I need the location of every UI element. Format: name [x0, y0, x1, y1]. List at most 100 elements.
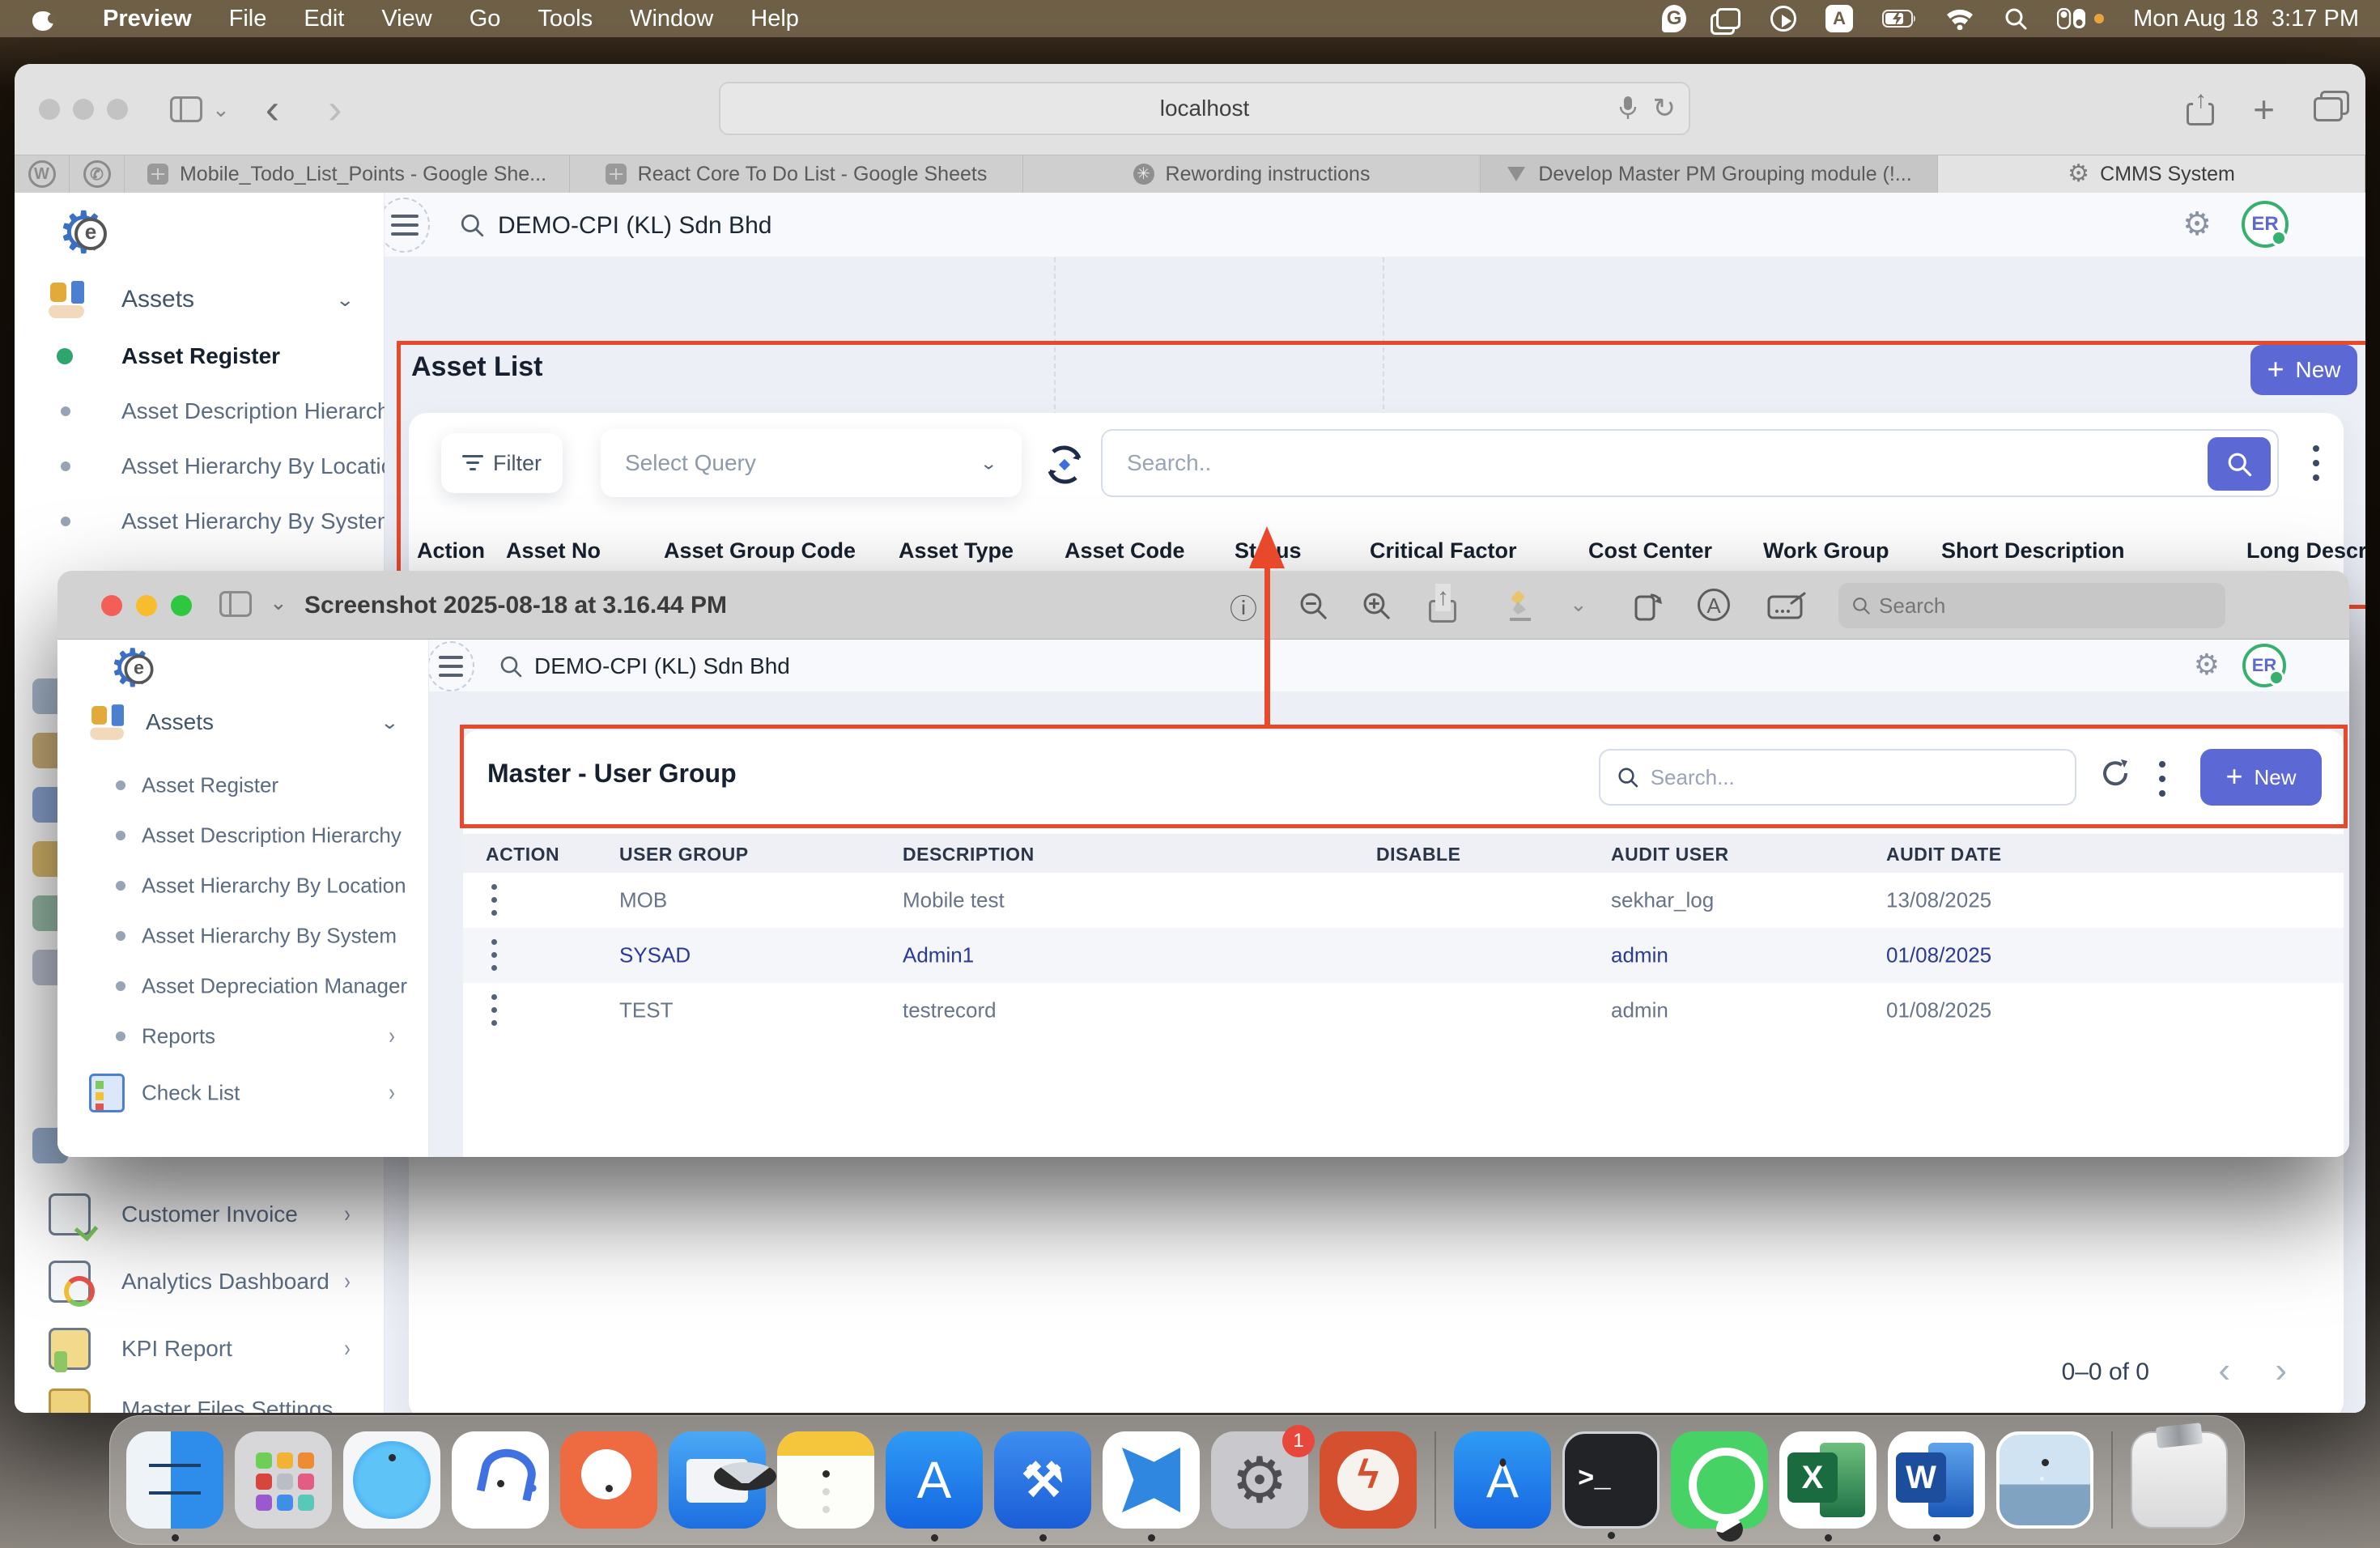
share-icon[interactable]	[2187, 93, 2214, 125]
photo-file-dock-icon[interactable]	[1996, 1431, 2093, 1529]
chevron-down-icon[interactable]: ⌄	[1570, 592, 1587, 617]
table-row[interactable]: SYSAD Admin1 admin 01/08/2025	[463, 928, 2344, 983]
whatsapp-dock-icon[interactable]	[1671, 1431, 1768, 1529]
refresh-icon[interactable]	[2097, 755, 2134, 792]
table-row[interactable]: MOB Mobile test sekhar_log 13/08/2025	[463, 873, 2344, 928]
minimize-window-button[interactable]	[136, 595, 157, 616]
highlighter-icon[interactable]	[1507, 590, 1539, 623]
settings-dock-icon[interactable]: ⚙1	[1211, 1431, 1308, 1529]
row-actions-icon[interactable]	[491, 884, 498, 916]
app-logo-icon[interactable]	[61, 207, 113, 259]
inner-item-reports[interactable]: Reports ›	[57, 1014, 428, 1059]
sidebar-toggle-icon[interactable]	[170, 96, 202, 122]
grammarly-icon[interactable]: G	[1662, 5, 1686, 32]
rotate-icon[interactable]	[1631, 589, 1664, 623]
table-row[interactable]: TEST testrecord admin 01/08/2025	[463, 983, 2344, 1038]
col-description[interactable]: DESCRIPTION	[903, 844, 1035, 865]
new-tab-icon[interactable]: +	[2253, 87, 2275, 131]
zoom-out-icon[interactable]	[1298, 590, 1328, 621]
chevron-down-icon[interactable]: ⌄	[270, 590, 287, 615]
red-app-dock-icon[interactable]	[1320, 1431, 1417, 1529]
finder-dock-icon[interactable]	[126, 1431, 223, 1529]
filter-button[interactable]: Filter	[441, 433, 563, 493]
chevron-down-icon[interactable]: ⌄	[212, 97, 230, 122]
tab-mobile-todo[interactable]: Mobile_Todo_List_Points - Google She...	[125, 155, 570, 193]
sidebar-item-asset-hierarchy-location[interactable]: Asset Hierarchy By Location	[15, 444, 384, 489]
mail-dock-icon[interactable]	[669, 1431, 766, 1529]
more-options-icon[interactable]	[2159, 761, 2165, 797]
menubar-clock[interactable]: Mon Aug 18 3:17 PM	[2133, 6, 2359, 32]
col-critical-factor[interactable]: Critical Factor	[1370, 538, 1517, 563]
sidebar-item-asset-register[interactable]: Asset Register	[15, 334, 384, 379]
sidebar-item-asset-description-hierarchy[interactable]: Asset Description Hierarchy	[15, 389, 384, 434]
address-bar[interactable]: localhost ↻	[719, 82, 1690, 135]
pinned-tab-wordpress[interactable]: W	[15, 155, 70, 193]
safari-dock-icon[interactable]	[343, 1431, 440, 1529]
hamburger-menu-icon[interactable]	[439, 656, 463, 677]
menu-help[interactable]: Help	[732, 0, 818, 37]
settings-gear-icon[interactable]: ⚙	[2194, 648, 2220, 682]
wifi-icon[interactable]	[1945, 7, 1974, 30]
minimize-window-button[interactable]	[73, 99, 94, 120]
info-icon[interactable]: ⓘ	[1230, 587, 1257, 627]
app-store-dock-icon[interactable]: A	[886, 1431, 983, 1529]
zoom-window-button[interactable]	[107, 99, 128, 120]
tab-cmms-active[interactable]: ⚙CMMS System	[1938, 155, 2365, 193]
xcode-dock-icon[interactable]: ⚒	[994, 1431, 1091, 1529]
vscode-dock-icon[interactable]	[1103, 1431, 1200, 1529]
inner-item-asset-depreciation-manager[interactable]: Asset Depreciation Manager	[57, 963, 428, 1009]
menu-file[interactable]: File	[210, 0, 286, 37]
col-short-description[interactable]: Short Description	[1941, 538, 2125, 563]
preview-search-input[interactable]	[1879, 593, 2212, 619]
inner-item-asset-hierarchy-location[interactable]: Asset Hierarchy By Location	[57, 863, 428, 908]
share-icon[interactable]	[1429, 590, 1456, 623]
forward-button[interactable]: ›	[328, 93, 342, 125]
inner-item-check-list[interactable]: Check List ›	[57, 1067, 428, 1119]
inner-item-asset-hierarchy-system[interactable]: Asset Hierarchy By System	[57, 913, 428, 959]
search-icon[interactable]	[499, 654, 523, 678]
more-options-icon[interactable]	[2313, 445, 2319, 481]
close-window-button[interactable]	[39, 99, 60, 120]
settings-gear-icon[interactable]: ⚙	[2182, 206, 2212, 243]
col-long-description[interactable]: Long Descrip	[2246, 538, 2365, 563]
zoom-in-icon[interactable]	[1361, 590, 1392, 621]
inner-item-asset-register[interactable]: Asset Register	[57, 763, 428, 808]
col-audit-user[interactable]: AUDIT USER	[1611, 844, 1729, 865]
col-work-group[interactable]: Work Group	[1763, 538, 1889, 563]
sidebar-item-analytics-dashboard[interactable]: Analytics Dashboard ›	[15, 1249, 384, 1314]
menu-app-name[interactable]: Preview	[84, 0, 210, 37]
back-button[interactable]: ‹	[266, 93, 279, 125]
reload-icon[interactable]: ↻	[1653, 92, 1677, 125]
close-window-button[interactable]	[101, 595, 122, 616]
col-action[interactable]: ACTION	[486, 844, 559, 865]
row-actions-icon[interactable]	[491, 994, 498, 1027]
sidebar-toggle-icon[interactable]	[219, 591, 252, 617]
page-previous-icon[interactable]: ‹	[2218, 1350, 2230, 1391]
pinned-tab-whatsapp[interactable]: ✆	[70, 155, 125, 193]
sidebar-item-asset-hierarchy-system[interactable]: Asset Hierarchy By System	[15, 499, 384, 544]
apple-menu-icon[interactable]	[32, 6, 53, 31]
sidebar-item-kpi-report[interactable]: KPI Report ›	[15, 1316, 384, 1381]
search-input[interactable]	[1103, 431, 2277, 495]
inner-item-asset-description-hierarchy[interactable]: Asset Description Hierarchy	[57, 813, 428, 858]
keyboard-input-icon[interactable]: A	[1825, 5, 1853, 32]
mission-control-icon[interactable]	[1716, 8, 1740, 29]
col-disable[interactable]: DISABLE	[1376, 844, 1460, 865]
trash-dock-icon[interactable]	[2131, 1431, 2228, 1529]
tab-gitlab[interactable]: Develop Master PM Grouping module (!...	[1481, 155, 1938, 193]
hamburger-menu-icon[interactable]	[391, 215, 419, 236]
mic-icon[interactable]	[1619, 96, 1637, 121]
sync-query-icon[interactable]	[1042, 442, 1087, 487]
screen-record-icon[interactable]	[1770, 6, 1796, 32]
search-button[interactable]	[2208, 437, 2271, 491]
menu-go[interactable]: Go	[451, 0, 520, 37]
col-cost-center[interactable]: Cost Center	[1588, 538, 1712, 563]
col-action[interactable]: Action	[417, 538, 485, 563]
page-next-icon[interactable]: ›	[2275, 1350, 2287, 1391]
sidebar-item-master-files-settings[interactable]: Master Files Settings	[15, 1381, 384, 1413]
menu-tools[interactable]: Tools	[519, 0, 611, 37]
sidebar-group-assets[interactable]: Assets ⌄	[15, 275, 384, 324]
developer-app-dock-icon[interactable]: A	[1454, 1431, 1551, 1529]
master-search-input[interactable]	[1651, 765, 2059, 790]
col-asset-no[interactable]: Asset No	[506, 538, 601, 563]
